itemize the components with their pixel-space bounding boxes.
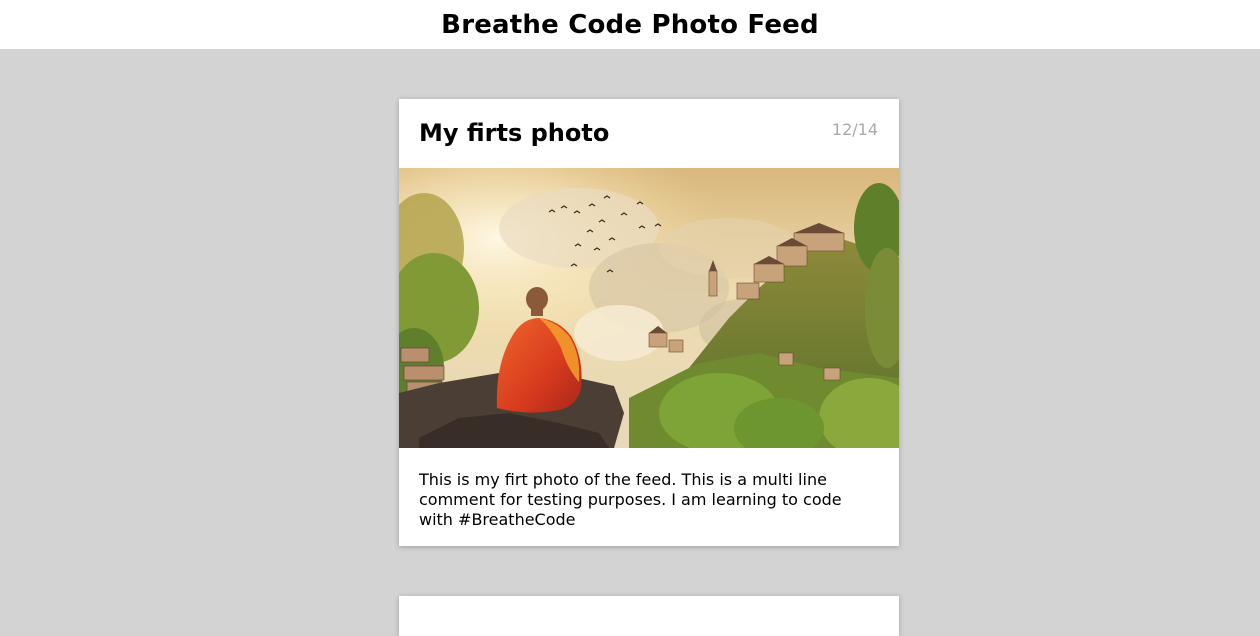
- post-card-next: [399, 596, 899, 636]
- post-date: 12/14: [831, 120, 878, 139]
- app-header: Breathe Code Photo Feed: [0, 0, 1260, 49]
- post-title: My firts photo: [419, 119, 610, 147]
- post-photo: [399, 168, 899, 448]
- post-card: My firts photo 12/14 This is my firt pho…: [399, 99, 899, 546]
- page-title: Breathe Code Photo Feed: [441, 9, 819, 40]
- post-caption: This is my firt photo of the feed. This …: [419, 470, 842, 529]
